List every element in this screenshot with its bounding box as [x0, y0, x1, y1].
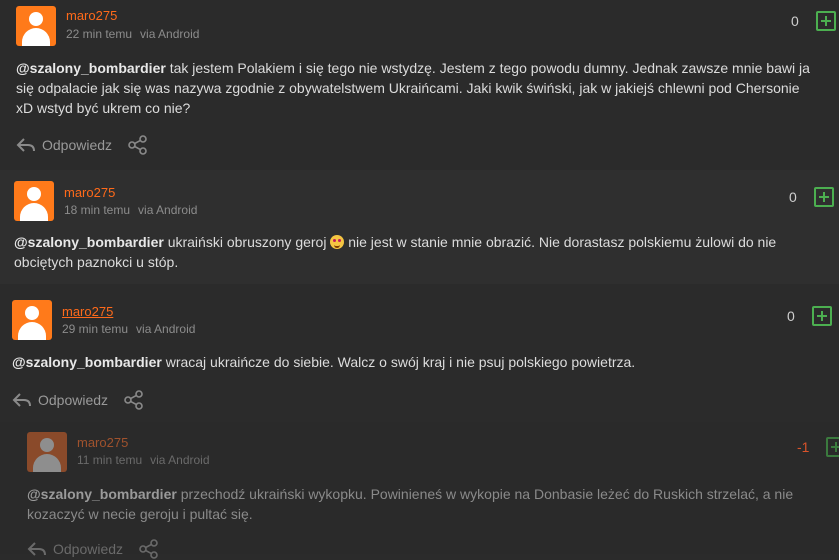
- reply-icon[interactable]: [27, 541, 47, 557]
- via-label: via Android: [138, 203, 198, 217]
- avatar[interactable]: [16, 6, 56, 46]
- comment-nested: maro275 11 min temu via Android -1 @szalo…: [0, 422, 839, 559]
- upvote-plus-icon[interactable]: [826, 437, 839, 457]
- via-label: via Android: [140, 27, 200, 41]
- mention-link[interactable]: @szalony_bombardier: [27, 486, 177, 502]
- via-label: via Android: [150, 453, 210, 467]
- share-icon[interactable]: [139, 539, 159, 559]
- comment-text: @szalony_bombardier wracaj ukraińcze do …: [12, 354, 636, 370]
- emoji-icon: [330, 235, 345, 249]
- comment: maro275 22 min temu via Android 0 @szalon…: [0, 0, 839, 170]
- comment-meta: 29 min temu via Android: [62, 322, 195, 336]
- comment-meta: 18 min temu via Android: [64, 203, 197, 217]
- timestamp: 22 min temu: [66, 27, 133, 41]
- comment: maro275 18 min temu via Android 0 @szalon…: [0, 170, 839, 284]
- comment-meta: 11 min temu via Android: [77, 453, 210, 467]
- comment-text: @szalony_bombardier przechodź ukraiński …: [27, 486, 794, 522]
- avatar[interactable]: [12, 300, 52, 340]
- upvote-plus-icon[interactable]: [814, 187, 834, 207]
- vote-count: 0: [791, 13, 799, 29]
- vote-count: 0: [789, 189, 797, 205]
- username-link[interactable]: maro275: [62, 304, 113, 319]
- via-label: via Android: [136, 322, 196, 336]
- mention-link[interactable]: @szalony_bombardier: [12, 354, 162, 370]
- comment-actions: Odpowiedz: [27, 538, 159, 560]
- avatar[interactable]: [14, 181, 54, 221]
- vote-count: 0: [787, 308, 795, 324]
- mention-link[interactable]: @szalony_bombardier: [14, 234, 164, 250]
- username-link[interactable]: maro275: [66, 8, 117, 23]
- reply-icon[interactable]: [16, 137, 36, 153]
- timestamp: 29 min temu: [62, 322, 129, 336]
- avatar[interactable]: [27, 432, 67, 472]
- comment-meta: 22 min temu via Android: [66, 27, 199, 41]
- comment-actions: Odpowiedz: [16, 134, 148, 156]
- reply-icon[interactable]: [12, 392, 32, 408]
- share-icon[interactable]: [128, 135, 148, 155]
- username-link[interactable]: maro275: [64, 185, 115, 200]
- comment-text: @szalony_bombardier ukraiński obruszony …: [14, 234, 777, 270]
- username-link[interactable]: maro275: [77, 435, 128, 450]
- reply-button[interactable]: Odpowiedz: [53, 541, 123, 557]
- reply-button[interactable]: Odpowiedz: [42, 137, 112, 153]
- mention-link[interactable]: @szalony_bombardier: [16, 60, 166, 76]
- reply-button[interactable]: Odpowiedz: [38, 392, 108, 408]
- comment: maro275 29 min temu via Android 0 @szalon…: [0, 284, 839, 422]
- comment-text: @szalony_bombardier tak jestem Polakiem …: [16, 60, 810, 116]
- upvote-plus-icon[interactable]: [812, 306, 832, 326]
- upvote-plus-icon[interactable]: [816, 11, 836, 31]
- vote-count: -1: [797, 439, 810, 455]
- share-icon[interactable]: [124, 390, 144, 410]
- timestamp: 11 min temu: [77, 453, 143, 467]
- timestamp: 18 min temu: [64, 203, 131, 217]
- comment-actions: Odpowiedz: [12, 389, 144, 411]
